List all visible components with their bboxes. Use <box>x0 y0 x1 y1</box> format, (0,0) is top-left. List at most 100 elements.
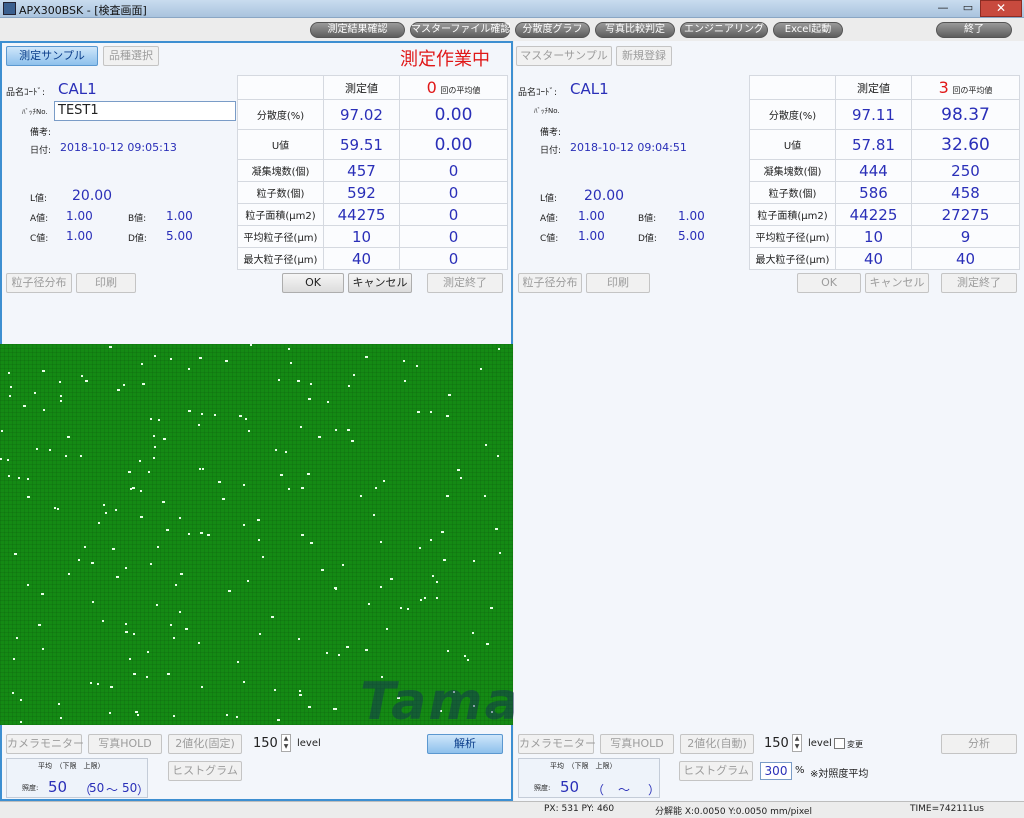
histogram-button[interactable]: ヒストグラム <box>679 761 753 781</box>
ok-button[interactable]: OK <box>282 273 344 293</box>
camera-monitor-button[interactable]: カメラモニター <box>518 734 596 754</box>
speckle <box>326 652 328 654</box>
speckle <box>12 692 14 694</box>
maximize-icon[interactable]: ▭ <box>955 0 981 16</box>
average-count-label: 回の平均値 <box>440 86 481 95</box>
close-button[interactable]: ✕ <box>980 0 1022 17</box>
c-value: 1.00 <box>578 229 605 243</box>
row-label: 凝集塊数(個) <box>237 159 324 182</box>
speckle <box>373 514 375 516</box>
level-value[interactable]: 150 <box>253 736 278 751</box>
speckle <box>34 392 36 394</box>
speckle <box>342 564 344 566</box>
tab-new-register[interactable]: 新規登録 <box>616 46 672 66</box>
speckle <box>484 495 486 497</box>
l-value: 20.00 <box>584 188 625 204</box>
level-spinner[interactable]: ▲ ▼ <box>792 734 802 752</box>
speckle <box>310 383 312 385</box>
average-count: 3 <box>938 78 949 97</box>
engineering-button[interactable]: エンジニアリング <box>680 22 768 38</box>
analyze-button[interactable]: 分析 <box>941 734 1017 754</box>
speckle <box>49 449 51 451</box>
speckle <box>125 623 127 625</box>
speckle <box>457 469 460 471</box>
speckle <box>334 587 337 589</box>
level-spinner[interactable]: ▲ ▼ <box>281 734 291 752</box>
result-check-button[interactable]: 測定結果確認 <box>310 22 405 38</box>
ok-button[interactable]: OK <box>797 273 861 293</box>
status-text: 測定作業中 <box>400 49 490 70</box>
photo-compare-button[interactable]: 写真比較判定 <box>595 22 675 38</box>
speckle <box>383 480 385 482</box>
particle-distribution-button[interactable]: 粒子径分布 <box>6 273 72 293</box>
speckle <box>365 356 368 358</box>
l-value-label: L値: <box>30 194 48 204</box>
camera-monitor-button[interactable]: カメラモニター <box>6 734 84 754</box>
speckle <box>20 699 22 701</box>
speckle <box>275 449 277 451</box>
speckle <box>147 651 149 653</box>
speckle <box>443 559 446 561</box>
a-value: 1.00 <box>578 209 605 223</box>
level-value[interactable]: 150 <box>764 736 789 751</box>
tab-measure-sample[interactable]: 測定サンプル <box>6 46 98 66</box>
speckle <box>198 642 200 644</box>
speckle <box>154 355 156 357</box>
c-value-label: C値: <box>540 234 559 244</box>
binarize-button[interactable]: 2値化(自動) <box>680 734 754 754</box>
end-measure-button[interactable]: 測定終了 <box>941 273 1017 293</box>
percent-input[interactable]: 300 <box>760 762 792 780</box>
speckle <box>499 552 501 554</box>
speckle <box>473 560 475 562</box>
cancel-button[interactable]: キャンセル <box>348 273 412 293</box>
speckle <box>436 597 438 599</box>
master-file-button[interactable]: マスターファイル確認 <box>410 22 510 38</box>
speckle <box>278 379 280 381</box>
speckle <box>112 548 115 550</box>
percent-note: ※対照度平均 <box>810 769 869 780</box>
speckle <box>116 576 119 578</box>
illuminance-range-sep: ～ <box>106 783 119 797</box>
speckle <box>404 380 406 382</box>
speckle <box>150 563 152 565</box>
speckle <box>173 637 175 639</box>
speckle <box>9 395 11 397</box>
status-bar: PX: 531 PY: 460 分解能 X:0.0050 Y:0.0050 mm… <box>0 801 1024 818</box>
speckle <box>167 673 170 675</box>
dispersion-graph-button[interactable]: 分散度グラフ <box>515 22 590 38</box>
row-label: U値 <box>749 129 836 160</box>
a-value-label: A値: <box>30 214 49 224</box>
speckle <box>416 365 418 367</box>
remarks-label: 備考: <box>30 128 52 138</box>
tab-master-sample[interactable]: マスターサンプル <box>516 46 612 66</box>
speckle <box>97 683 99 685</box>
cancel-button[interactable]: キャンセル <box>865 273 929 293</box>
end-measure-button[interactable]: 測定終了 <box>427 273 503 293</box>
illuminance-low: 50 <box>89 781 105 795</box>
excel-button[interactable]: Excel起動 <box>773 22 843 38</box>
speckle <box>179 517 181 519</box>
speckle <box>105 512 107 514</box>
speckle <box>247 580 249 582</box>
binarize-button[interactable]: 2値化(固定) <box>168 734 242 754</box>
exit-button[interactable]: 終了 <box>936 22 1012 38</box>
print-button[interactable]: 印刷 <box>586 273 650 293</box>
row-measured: 57.81 <box>835 129 912 160</box>
histogram-button[interactable]: ヒストグラム <box>168 761 242 781</box>
speckle <box>27 478 29 480</box>
change-checkbox[interactable] <box>834 738 845 749</box>
speckle <box>480 368 482 370</box>
row-measured: 97.02 <box>323 99 400 130</box>
photo-hold-button[interactable]: 写真HOLD <box>600 734 674 754</box>
speckle <box>23 405 26 407</box>
a-value: 1.00 <box>66 209 93 223</box>
tab-product-select[interactable]: 品種選択 <box>103 46 159 66</box>
speckle <box>498 348 500 350</box>
print-button[interactable]: 印刷 <box>76 273 136 293</box>
analyze-button[interactable]: 解析 <box>427 734 503 754</box>
batch-input[interactable]: TEST1 <box>54 101 236 121</box>
speckle <box>199 357 202 359</box>
photo-hold-button[interactable]: 写真HOLD <box>88 734 162 754</box>
minimize-icon[interactable]: — <box>930 0 956 16</box>
particle-distribution-button[interactable]: 粒子径分布 <box>518 273 582 293</box>
